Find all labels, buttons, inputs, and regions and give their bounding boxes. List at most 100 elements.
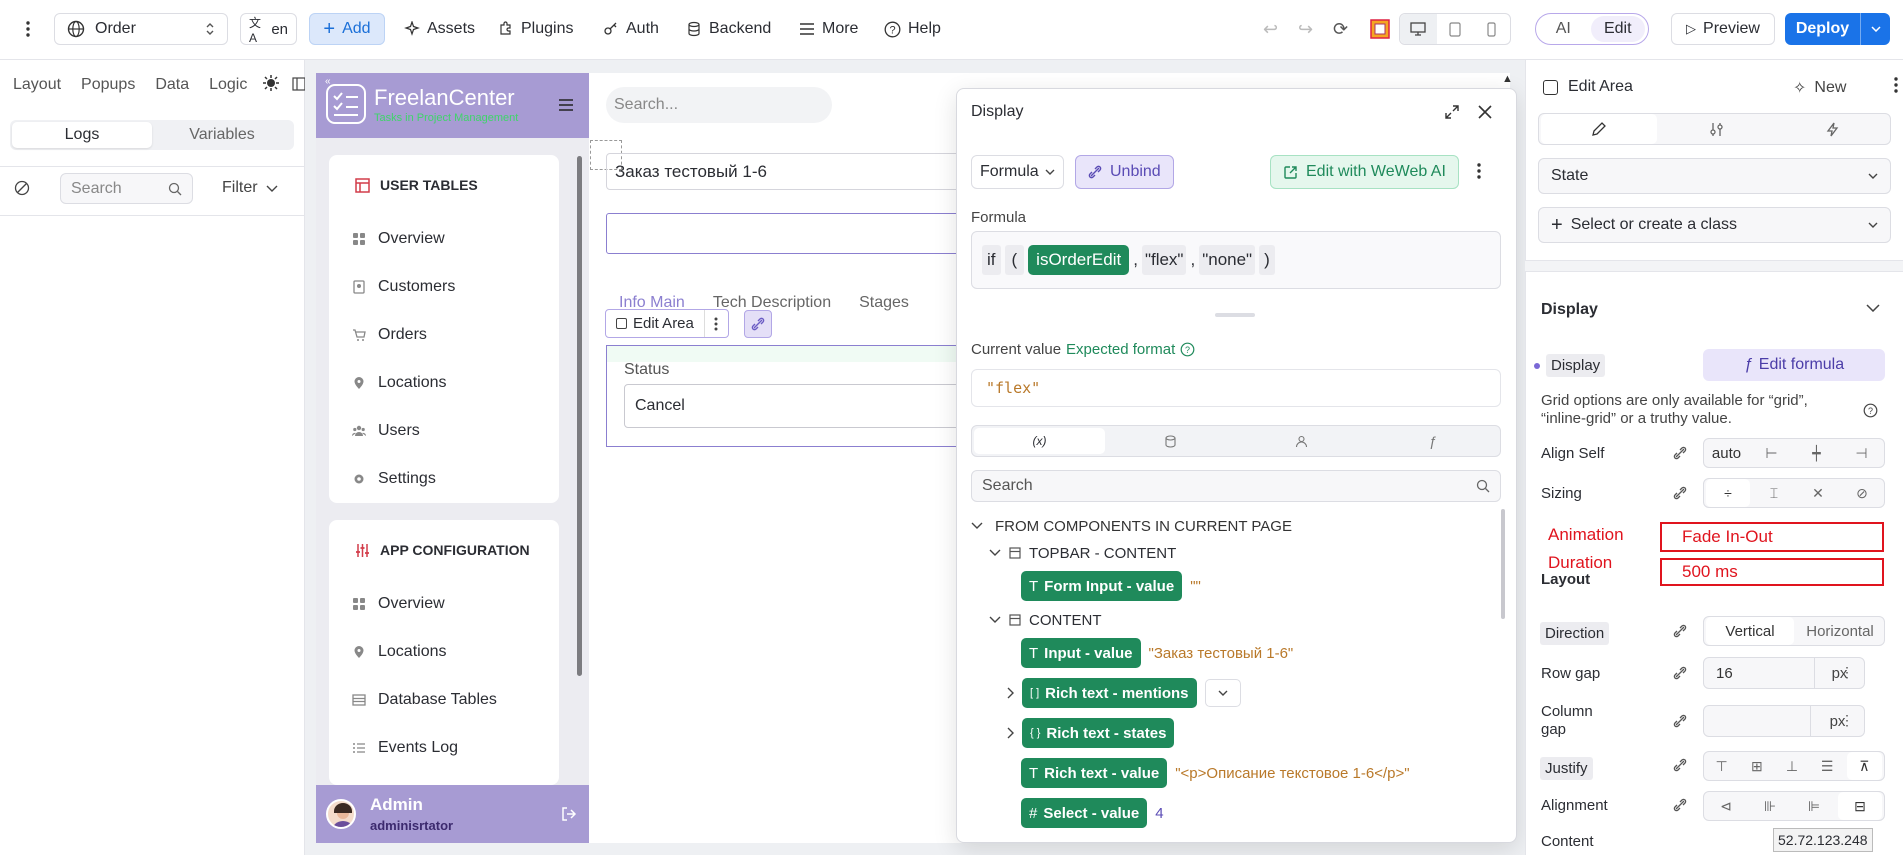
redo-icon[interactable]: ↪ [1290, 13, 1321, 45]
align-right-icon[interactable]: ⊫ [1792, 792, 1836, 820]
page-select[interactable]: Order [54, 13, 228, 45]
collapse-arrows-icon[interactable]: « [325, 76, 331, 87]
tab-collections[interactable] [1105, 428, 1236, 454]
theme-icon[interactable] [1362, 13, 1398, 45]
tab-variables[interactable]: (x) [974, 428, 1105, 454]
expand-chevron-icon[interactable] [1204, 679, 1241, 707]
justify-around-icon[interactable]: ⊼ [1846, 752, 1883, 780]
edit-formula-button[interactable]: ƒ Edit formula [1703, 349, 1885, 381]
justify-between-icon[interactable]: ☰ [1810, 752, 1845, 780]
collapse-chevron-icon[interactable] [1866, 304, 1880, 312]
formula-variable-chip[interactable]: isOrderEdit [1028, 245, 1130, 275]
unlink-icon[interactable] [744, 310, 772, 338]
clear-logs-icon[interactable] [14, 180, 30, 196]
variable-chip[interactable]: { } Rich text - states [1022, 718, 1175, 748]
justify-center-icon[interactable]: ⊞ [1739, 752, 1774, 780]
logout-icon[interactable] [561, 806, 577, 822]
direction-vertical-option[interactable]: Vertical [1706, 617, 1794, 645]
unbind-property-icon[interactable] [1666, 617, 1694, 645]
nav-item-events-log[interactable]: Events Log [329, 724, 559, 772]
variable-chip[interactable]: T Form Input - value [1021, 571, 1183, 601]
sizing-none-icon[interactable]: ✕ [1796, 479, 1840, 507]
more-vert-icon[interactable] [1477, 163, 1481, 179]
align-stretch-icon[interactable]: ⊟ [1838, 792, 1882, 820]
deploy-chevron-icon[interactable] [1860, 13, 1890, 45]
mobile-icon[interactable] [1473, 14, 1510, 44]
desktop-icon[interactable] [1400, 14, 1437, 44]
expected-format-link[interactable]: Expected format [1066, 341, 1175, 358]
align-center-icon[interactable]: ┿ [1794, 439, 1839, 467]
tablet-icon[interactable] [1437, 14, 1474, 44]
state-select[interactable]: State [1538, 158, 1891, 194]
nav-item-customers[interactable]: Customers [329, 263, 559, 311]
tab-logic[interactable]: Logic [209, 76, 247, 94]
preview-button[interactable]: ▷ Preview [1671, 13, 1775, 45]
align-left-icon[interactable]: ⊲ [1704, 792, 1748, 820]
app-search-input[interactable]: Search... [606, 87, 832, 123]
tree-item-rt-states[interactable]: { } Rich text - states [1007, 716, 1175, 750]
unbind-property-icon[interactable] [1666, 479, 1694, 507]
deploy-button[interactable]: Deploy [1785, 13, 1890, 45]
logs-search-input[interactable]: Search [60, 173, 193, 204]
debug-icon[interactable] [262, 74, 282, 94]
refresh-icon[interactable]: ⟳ [1325, 13, 1356, 45]
order-title-input[interactable]: Заказ тестовый 1-6 [606, 153, 966, 190]
align-auto-option[interactable]: auto [1704, 439, 1749, 467]
new-class-button[interactable]: ✧ New [1793, 78, 1846, 98]
tree-item-rt-mentions[interactable]: [ ] Rich text - mentions [1007, 676, 1241, 710]
plugins-button[interactable]: Plugins [490, 13, 581, 45]
nav-item-config-overview[interactable]: Overview [329, 580, 559, 628]
unbind-property-icon[interactable] [1666, 791, 1694, 819]
nav-item-locations[interactable]: Locations [329, 359, 559, 407]
edit-area-container[interactable]: Status Cancel [606, 345, 966, 447]
tree-group-topbar[interactable]: TOPBAR - CONTENT [989, 536, 1176, 570]
logs-tab[interactable]: Logs [12, 122, 152, 148]
variable-chip[interactable]: [ ] Rich text - mentions [1022, 678, 1197, 708]
tab-user[interactable] [1236, 428, 1367, 454]
status-select[interactable]: Cancel [624, 384, 964, 428]
edit-mode-tab[interactable]: Edit [1590, 16, 1645, 42]
variables-tab[interactable]: Variables [152, 122, 292, 148]
help-circle-icon[interactable]: ? [1863, 403, 1878, 418]
nav-item-database-tables[interactable]: Database Tables [329, 676, 559, 724]
unbind-property-icon[interactable] [1666, 707, 1694, 735]
assets-button[interactable]: Assets [396, 13, 483, 45]
tree-item-input[interactable]: T Input - value "Заказ тестовый 1-6" [1021, 636, 1293, 670]
sidebar-scrollbar[interactable] [574, 140, 584, 780]
kebab-menu-icon[interactable] [14, 13, 42, 45]
style-tab-pencil-icon[interactable] [1541, 114, 1657, 144]
help-circle-icon[interactable]: ? [1180, 342, 1195, 357]
nav-item-overview[interactable]: Overview [329, 215, 559, 263]
tab-layout[interactable]: Layout [13, 76, 61, 94]
variable-chip[interactable]: T Input - value [1021, 638, 1141, 668]
align-end-icon[interactable]: ⊣ [1839, 439, 1884, 467]
tree-group-content[interactable]: CONTENT [989, 603, 1102, 637]
ai-mode-tab[interactable]: AI [1536, 20, 1591, 38]
canvas-scroll-up-icon[interactable]: ▲ [1502, 73, 1514, 87]
filter-button[interactable]: Filter [222, 179, 278, 197]
unbind-property-icon[interactable] [1666, 439, 1694, 467]
more-vert-icon[interactable] [703, 310, 728, 337]
variable-search-input[interactable]: Search [971, 470, 1501, 502]
align-start-icon[interactable]: ⊢ [1749, 439, 1794, 467]
sizing-custom-icon[interactable]: ⊘ [1840, 479, 1884, 507]
justify-end-icon[interactable]: ⊥ [1774, 752, 1809, 780]
expand-icon[interactable] [1445, 105, 1459, 119]
resize-handle[interactable] [1215, 313, 1255, 317]
language-button[interactable]: 文A en [240, 13, 297, 45]
tree-item-select[interactable]: # Select - value 4 [1021, 796, 1164, 830]
direction-horizontal-option[interactable]: Horizontal [1796, 617, 1884, 645]
tab-popups[interactable]: Popups [81, 76, 135, 94]
collapse-panel-icon[interactable] [292, 77, 306, 91]
unbind-property-icon[interactable] [1666, 659, 1694, 687]
drag-handle-icon[interactable]: ⋮ [1840, 712, 1854, 728]
nav-item-config-locations[interactable]: Locations [329, 628, 559, 676]
tab-tech-description[interactable]: Tech Description [713, 294, 831, 312]
unbind-property-icon[interactable] [1666, 751, 1694, 779]
class-select[interactable]: + Select or create a class [1538, 207, 1891, 243]
nav-item-users[interactable]: Users [329, 407, 559, 455]
justify-start-icon[interactable]: ⊤ [1704, 752, 1739, 780]
align-middle-icon[interactable]: ⊪ [1748, 792, 1792, 820]
close-icon[interactable] [1478, 105, 1492, 119]
undo-icon[interactable]: ↩ [1255, 13, 1286, 45]
